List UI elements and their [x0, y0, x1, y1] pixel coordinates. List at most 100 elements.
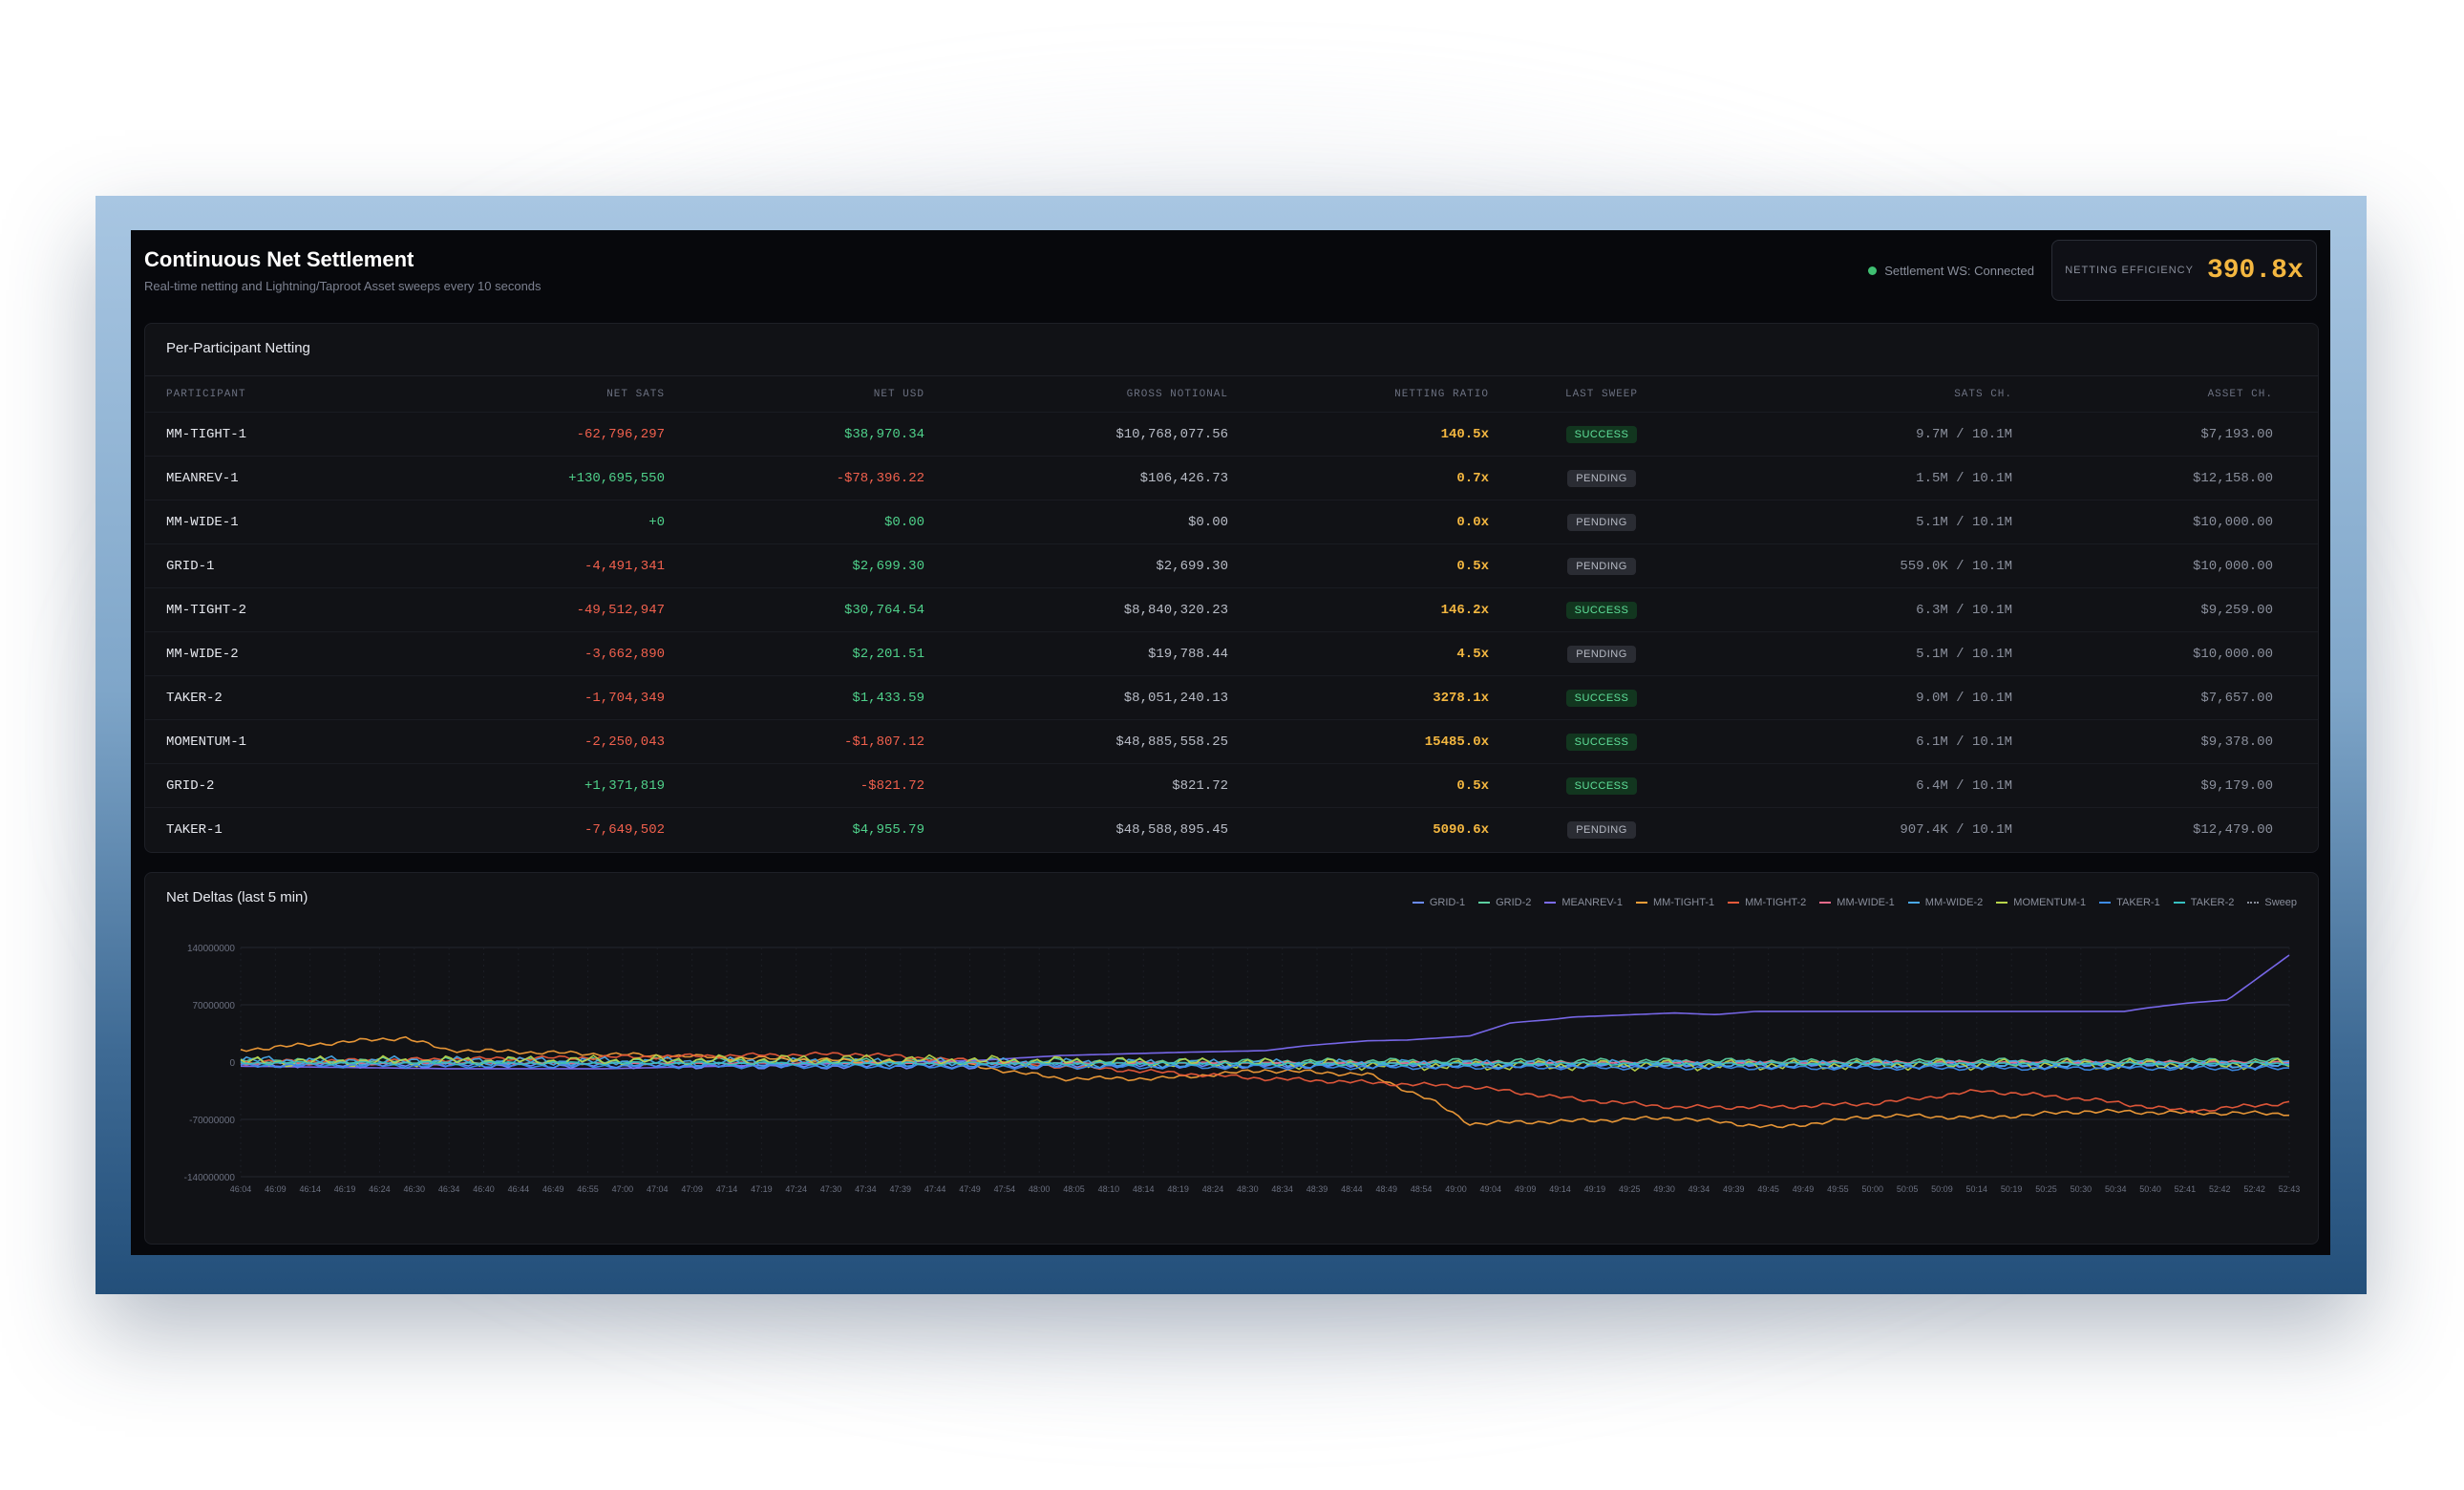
cell-ratio: 0.7x	[1456, 470, 1489, 486]
table-row[interactable]: GRID-2 +1,371,819 -$821.72 $821.72 0.5x SUCCE…	[145, 764, 2318, 808]
x-tick-label: 50:00	[1861, 1184, 1883, 1194]
cell-net-sats: -7,649,502	[584, 821, 665, 838]
x-tick-label: 47:30	[820, 1184, 842, 1194]
x-tick-label: 52:41	[2175, 1184, 2197, 1194]
y-tick-label: -140000000	[184, 1173, 236, 1183]
x-tick-label: 48:49	[1375, 1184, 1397, 1194]
col-header-net-sats[interactable]: NET SATS	[453, 389, 665, 400]
cell-gross: $821.72	[1172, 777, 1228, 794]
table-row[interactable]: MOMENTUM-1 -2,250,043 -$1,807.12 $48,885,55…	[145, 720, 2318, 764]
y-tick-label: 0	[229, 1058, 235, 1069]
cell-net-usd: -$821.72	[860, 777, 924, 794]
y-tick-label: -70000000	[189, 1116, 235, 1126]
col-header-netting-ratio[interactable]: NETTING RATIO	[1228, 389, 1489, 400]
settlement-dashboard: Continuous Net Settlement Real-time nett…	[131, 230, 2330, 1255]
cell-net-usd: $4,955.79	[852, 821, 924, 838]
col-header-net-usd[interactable]: NET USD	[665, 389, 924, 400]
x-tick-label: 46:40	[473, 1184, 495, 1194]
status-badge: PENDING	[1567, 513, 1636, 531]
x-tick-label: 47:34	[855, 1184, 877, 1194]
cell-last-sweep: SUCCESS	[1489, 601, 1714, 619]
col-header-sats-ch[interactable]: SATS CH.	[1714, 389, 2012, 400]
cell-ratio: 15485.0x	[1424, 734, 1489, 750]
table-row[interactable]: MEANREV-1 +130,695,550 -$78,396.22 $106,426…	[145, 457, 2318, 500]
col-header-asset-ch[interactable]: ASSET CH.	[2012, 389, 2273, 400]
cell-last-sweep: PENDING	[1489, 557, 1714, 575]
cell-asset-ch: $7,193.00	[2200, 426, 2273, 442]
x-tick-label: 47:14	[716, 1184, 738, 1194]
cell-net-sats: -4,491,341	[584, 558, 665, 574]
cell-sats-ch: 5.1M / 10.1M	[1916, 514, 2012, 530]
table-row[interactable]: TAKER-2 -1,704,349 $1,433.59 $8,051,240.13 3…	[145, 676, 2318, 720]
cell-sats-ch: 559.0K / 10.1M	[1900, 558, 2012, 574]
cell-ratio: 140.5x	[1440, 426, 1489, 442]
cell-sats-ch: 1.5M / 10.1M	[1916, 470, 2012, 486]
cell-net-usd: $2,699.30	[852, 558, 924, 574]
cell-gross: $48,588,895.45	[1115, 821, 1228, 838]
x-tick-label: 50:19	[2001, 1184, 2023, 1194]
cell-gross: $8,840,320.23	[1123, 602, 1228, 618]
x-tick-label: 47:04	[647, 1184, 669, 1194]
cell-sats-ch: 6.4M / 10.1M	[1916, 777, 2012, 794]
cell-participant: GRID-2	[166, 777, 215, 794]
table-row[interactable]: MM-WIDE-1 +0 $0.00 $0.00 0.0x PENDING 5.1M / 1…	[145, 500, 2318, 544]
x-tick-label: 48:30	[1237, 1184, 1259, 1194]
cell-net-sats: -49,512,947	[576, 602, 665, 618]
cell-sats-ch: 9.0M / 10.1M	[1916, 690, 2012, 706]
status-dot-icon	[1868, 266, 1878, 275]
status-badge: SUCCESS	[1565, 689, 1638, 707]
x-tick-label: 52:42	[2209, 1184, 2231, 1194]
cell-asset-ch: $12,158.00	[2192, 470, 2273, 486]
cell-sats-ch: 6.3M / 10.1M	[1916, 602, 2012, 618]
status-badge: SUCCESS	[1565, 777, 1638, 795]
x-tick-label: 48:44	[1341, 1184, 1363, 1194]
x-tick-label: 48:34	[1271, 1184, 1293, 1194]
x-tick-label: 46:34	[438, 1184, 460, 1194]
cell-net-usd: $38,970.34	[843, 426, 924, 442]
cell-net-usd: $0.00	[883, 514, 924, 530]
col-header-last-sweep[interactable]: LAST SWEEP	[1489, 389, 1714, 400]
x-tick-label: 46:24	[369, 1184, 391, 1194]
table-row[interactable]: MM-TIGHT-1 -62,796,297 $38,970.34 $10,768,0…	[145, 413, 2318, 457]
x-tick-label: 47:00	[612, 1184, 634, 1194]
table-row[interactable]: MM-TIGHT-2 -49,512,947 $30,764.54 $8,840,32…	[145, 588, 2318, 632]
net-deltas-chart-panel: Net Deltas (last 5 min) GRID-1 GRID-2 MEAN…	[144, 872, 2319, 1245]
x-tick-label: 47:09	[681, 1184, 703, 1194]
x-tick-label: 46:04	[230, 1184, 252, 1194]
cell-net-sats: -1,704,349	[584, 690, 665, 706]
cell-ratio: 4.5x	[1456, 646, 1489, 662]
x-tick-label: 49:34	[1689, 1184, 1710, 1194]
cell-participant: MOMENTUM-1	[166, 734, 247, 750]
table-row[interactable]: GRID-1 -4,491,341 $2,699.30 $2,699.30 0.5x PE…	[145, 544, 2318, 588]
cell-net-sats: +1,371,819	[584, 777, 665, 794]
cell-participant: MM-TIGHT-2	[166, 602, 247, 618]
table-row[interactable]: TAKER-1 -7,649,502 $4,955.79 $48,588,895.45…	[145, 808, 2318, 851]
cell-net-usd: $30,764.54	[843, 602, 924, 618]
netting-table: PARTICIPANT NET SATS NET USD GROSS NOTIO…	[145, 375, 2318, 851]
x-tick-label: 48:10	[1098, 1184, 1120, 1194]
cell-asset-ch: $9,259.00	[2200, 602, 2273, 618]
table-header-row: PARTICIPANT NET SATS NET USD GROSS NOTIO…	[145, 376, 2318, 413]
cell-asset-ch: $10,000.00	[2192, 514, 2273, 530]
cell-participant: MEANREV-1	[166, 470, 239, 486]
col-header-gross-notional[interactable]: GROSS NOTIONAL	[924, 389, 1228, 400]
status-badge: PENDING	[1567, 557, 1636, 575]
cell-ratio: 0.5x	[1456, 777, 1489, 794]
cell-sats-ch: 907.4K / 10.1M	[1900, 821, 2012, 838]
status-badge: PENDING	[1567, 469, 1636, 487]
cell-last-sweep: PENDING	[1489, 513, 1714, 531]
x-tick-label: 47:44	[924, 1184, 946, 1194]
x-tick-label: 50:40	[2139, 1184, 2161, 1194]
net-deltas-chart: 140000000700000000-70000000-14000000046:…	[184, 944, 2301, 1194]
cell-net-sats: +0	[648, 514, 665, 530]
col-header-participant[interactable]: PARTICIPANT	[166, 389, 453, 400]
table-row[interactable]: MM-WIDE-2 -3,662,890 $2,201.51 $19,788.44 4.…	[145, 632, 2318, 676]
cell-gross: $2,699.30	[1156, 558, 1228, 574]
status-badge: SUCCESS	[1565, 601, 1638, 619]
cell-last-sweep: PENDING	[1489, 469, 1714, 487]
x-tick-label: 47:39	[889, 1184, 911, 1194]
efficiency-label: NETTING EFFICIENCY	[2065, 265, 2194, 276]
x-tick-label: 52:42	[2243, 1184, 2265, 1194]
cell-net-sats: -62,796,297	[576, 426, 665, 442]
cell-gross: $48,885,558.25	[1115, 734, 1228, 750]
